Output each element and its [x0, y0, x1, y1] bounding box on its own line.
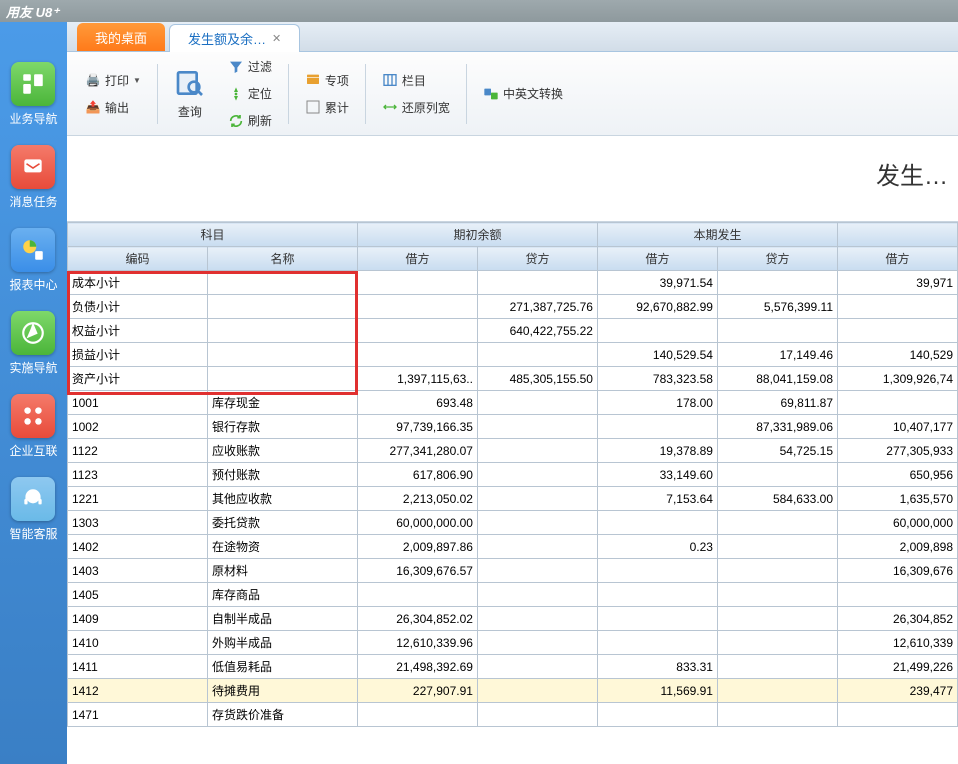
table-row[interactable]: 1410外购半成品12,610,339.9612,610,339	[67, 631, 957, 655]
export-icon: 📤	[85, 99, 101, 115]
col-debit2[interactable]: 借方	[597, 247, 717, 271]
sidebar: 业务导航 消息任务 报表中心 实施导航 企业互联	[0, 22, 67, 764]
checkbox-icon	[305, 99, 321, 115]
print-button[interactable]: 🖨️ 打印 ▼	[81, 70, 145, 91]
app-title: 用友 U8⁺	[6, 5, 59, 20]
close-icon[interactable]: ✕	[272, 32, 281, 45]
cn-en-button[interactable]: 中英文转换	[479, 83, 567, 104]
chevron-down-icon: ▼	[133, 76, 141, 85]
col-credit2[interactable]: 贷方	[717, 247, 837, 271]
query-button[interactable]: 查询	[170, 65, 210, 122]
sidebar-item-connect[interactable]: 企业互联	[9, 394, 57, 459]
refresh-button[interactable]: 刷新	[224, 110, 276, 131]
compass-icon	[11, 311, 55, 355]
columns-button[interactable]: 栏目	[378, 70, 454, 91]
support-icon	[11, 477, 55, 521]
table-row[interactable]: 成本小计39,971.5439,971	[67, 271, 957, 295]
data-grid[interactable]: 科目 期初余额 本期发生 编码 名称 借方 贷方 借方 贷方 借方	[67, 222, 958, 764]
table-row[interactable]: 1002银行存款97,739,166.3587,331,989.0610,407…	[67, 415, 957, 439]
title-bar: 用友 U8⁺	[0, 0, 958, 22]
sidebar-item-support[interactable]: 智能客服	[9, 477, 57, 542]
table-row[interactable]: 1221其他应收款2,213,050.027,153.64584,633.001…	[67, 487, 957, 511]
col-name[interactable]: 名称	[207, 247, 357, 271]
table-row[interactable]: 1122应收账款277,341,280.0719,378.8954,725.15…	[67, 439, 957, 463]
col-begin[interactable]: 期初余额	[357, 223, 597, 247]
sidebar-item-impl[interactable]: 实施导航	[9, 311, 57, 376]
filter-icon	[228, 59, 244, 75]
table-row[interactable]: 1403原材料16,309,676.5716,309,676	[67, 559, 957, 583]
search-icon	[174, 67, 206, 99]
accum-checkbox[interactable]: 累计	[301, 97, 353, 118]
restore-width-button[interactable]: 还原列宽	[378, 97, 454, 118]
table-row[interactable]: 1409自制半成品26,304,852.0226,304,852	[67, 607, 957, 631]
messages-icon	[11, 145, 55, 189]
table-row[interactable]: 1471存货跌价准备	[67, 703, 957, 727]
table-row[interactable]: 1303委托贷款60,000,000.0060,000,000	[67, 511, 957, 535]
print-icon: 🖨️	[85, 72, 101, 88]
ribbon: 🖨️ 打印 ▼ 📤 输出 查询	[67, 52, 958, 136]
tab-current[interactable]: 发生额及余… ✕	[169, 24, 300, 52]
sidebar-item-messages[interactable]: 消息任务	[9, 145, 57, 210]
table-row[interactable]: 权益小计640,422,755.22	[67, 319, 957, 343]
restore-icon	[382, 99, 398, 115]
biznav-icon	[11, 62, 55, 106]
table-row[interactable]: 负债小计271,387,725.7692,670,882.995,576,399…	[67, 295, 957, 319]
table-row[interactable]: 1123预付账款617,806.9033,149.60650,956	[67, 463, 957, 487]
col-current[interactable]: 本期发生	[597, 223, 837, 247]
report-title: 发生…	[67, 136, 958, 222]
col-subject[interactable]: 科目	[67, 223, 357, 247]
tab-desktop[interactable]: 我的桌面	[77, 23, 165, 51]
col-debit1[interactable]: 借方	[357, 247, 477, 271]
columns-icon	[382, 72, 398, 88]
tab-bar: 我的桌面 发生额及余… ✕	[67, 22, 958, 52]
table-row[interactable]: 1001库存现金693.48178.0069,811.87	[67, 391, 957, 415]
col-debit3[interactable]: 借方	[838, 247, 958, 271]
sidebar-item-biznav[interactable]: 业务导航	[9, 62, 57, 127]
reports-icon	[11, 228, 55, 272]
output-button[interactable]: 📤 输出	[81, 97, 145, 118]
translate-icon	[483, 86, 499, 102]
col-credit1[interactable]: 贷方	[477, 247, 597, 271]
table-row[interactable]: 1402在途物资2,009,897.860.232,009,898	[67, 535, 957, 559]
table-row[interactable]: 1411低值易耗品21,498,392.69833.3121,499,226	[67, 655, 957, 679]
locate-button[interactable]: 定位	[224, 83, 276, 104]
locate-icon	[228, 86, 244, 102]
special-icon	[305, 72, 321, 88]
sidebar-item-reports[interactable]: 报表中心	[9, 228, 57, 293]
filter-button[interactable]: 过滤	[224, 56, 276, 77]
refresh-icon	[228, 113, 244, 129]
col-code[interactable]: 编码	[67, 247, 207, 271]
special-button[interactable]: 专项	[301, 70, 353, 91]
table-row[interactable]: 1412待摊费用227,907.9111,569.91239,477	[67, 679, 957, 703]
table-row[interactable]: 损益小计140,529.5417,149.46140,529	[67, 343, 957, 367]
connect-icon	[11, 394, 55, 438]
table-row[interactable]: 1405库存商品	[67, 583, 957, 607]
table-row[interactable]: 资产小计1,397,115,63..485,305,155.50783,323.…	[67, 367, 957, 391]
